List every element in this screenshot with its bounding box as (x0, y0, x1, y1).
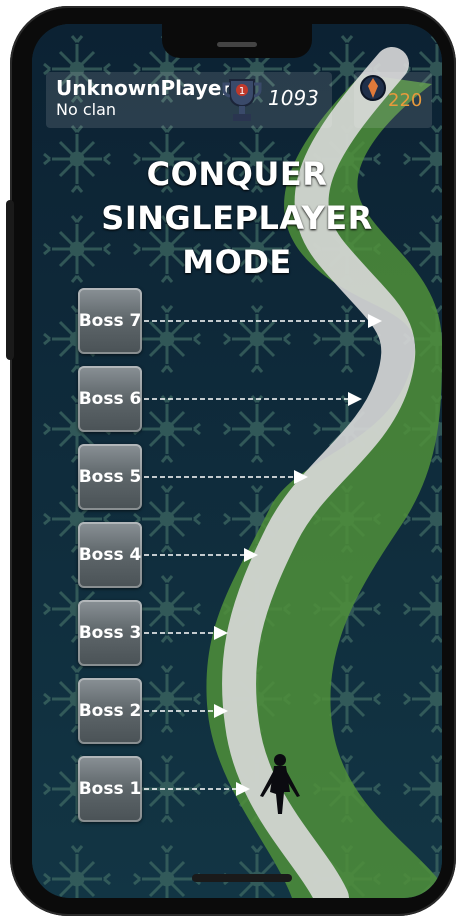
arrowhead-boss-1 (236, 782, 250, 796)
home-indicator (192, 874, 292, 882)
arrowhead-boss-5 (294, 470, 308, 484)
ninja-character (260, 754, 300, 814)
boss-path-arrows (144, 314, 382, 796)
phone-notch (162, 24, 312, 58)
phone-side-button (6, 200, 14, 360)
game-screen: UnknownPlayer No clan 1 1093 220 CONQUER… (32, 24, 442, 898)
arrowhead-boss-7 (368, 314, 382, 328)
speaker-grille (217, 42, 257, 47)
arrowhead-boss-4 (244, 548, 258, 562)
arrowhead-boss-6 (348, 392, 362, 406)
arrowhead-boss-2 (214, 704, 228, 718)
arrowhead-boss-3 (214, 626, 228, 640)
